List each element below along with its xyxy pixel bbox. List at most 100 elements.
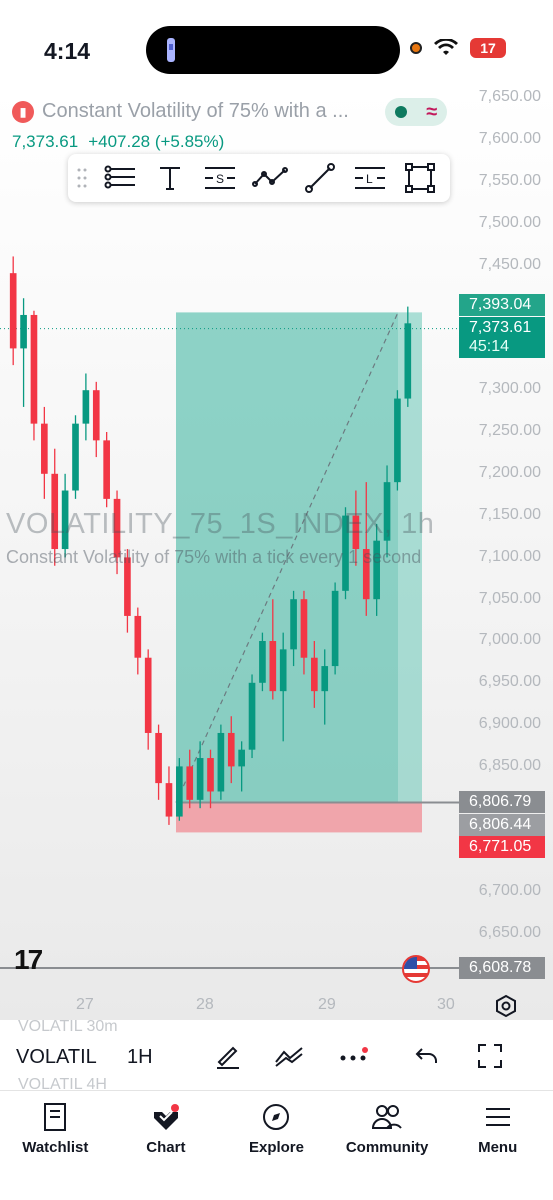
candle-body	[30, 314, 38, 424]
entry-price-tag: 6,806.79	[459, 791, 545, 813]
candle-body	[196, 758, 204, 800]
candle-body	[217, 732, 225, 792]
price-axis-label: 6,950.00	[478, 673, 541, 690]
price-axis-label: 6,700.00	[478, 882, 541, 899]
price-axis-label: 6,650.00	[478, 924, 541, 941]
indicators-icon[interactable]	[273, 1040, 305, 1072]
low-price-tag: 6,608.78	[459, 957, 545, 979]
draw-pen-icon[interactable]	[211, 1040, 243, 1072]
candle-body	[394, 398, 401, 483]
candle-body	[186, 766, 194, 800]
stop-loss-price-tag: 6,771.05	[459, 836, 545, 858]
price-axis-label: 7,000.00	[478, 631, 541, 648]
candle-body	[144, 657, 152, 733]
nav-community[interactable]: Community	[332, 1091, 443, 1200]
volatility-wave-icon: ≈	[426, 100, 438, 123]
price-axis-label: 7,150.00	[478, 506, 541, 523]
candle-body	[248, 682, 256, 750]
candle-body	[72, 423, 79, 491]
candle-body	[20, 314, 27, 349]
target-price-tag: 7,393.04	[459, 294, 545, 316]
candle-body	[331, 590, 339, 667]
price-axis-label: 7,300.00	[478, 380, 541, 397]
svg-text:L: L	[366, 172, 373, 186]
candle-body	[134, 615, 142, 658]
rectangle-tool-icon[interactable]	[402, 160, 438, 196]
book-icon	[39, 1101, 71, 1133]
menu-icon	[482, 1101, 514, 1133]
candle-body	[279, 649, 287, 692]
trend-line-tool-icon[interactable]	[302, 160, 338, 196]
candle-body	[259, 641, 266, 683]
nav-label: Watchlist	[22, 1139, 89, 1156]
nav-explore[interactable]: Explore	[221, 1091, 332, 1200]
price-axis-label: 7,650.00	[478, 88, 541, 105]
nav-label: Explore	[248, 1139, 304, 1156]
nav-label: Menu	[478, 1139, 518, 1156]
symbol-selector[interactable]: VOLATIL	[16, 1046, 97, 1069]
candle-body	[300, 599, 308, 658]
nav-watchlist[interactable]: Watchlist	[0, 1091, 111, 1200]
candle-body	[176, 766, 183, 817]
candle-countdown-tag: 45:14	[459, 336, 545, 358]
candle-body	[227, 732, 235, 767]
path-tool-icon[interactable]	[252, 160, 288, 196]
market-status-pill[interactable]: ≈	[385, 98, 447, 126]
candle-body	[238, 749, 245, 767]
text-tool-icon[interactable]	[152, 160, 188, 196]
time-axis-label: 27	[76, 996, 94, 1013]
chart-settings-icon[interactable]	[494, 994, 518, 1018]
time-axis-label: 30	[437, 996, 455, 1013]
price-axis-label: 7,500.00	[478, 214, 541, 231]
candle-body	[92, 390, 100, 441]
us-flag-icon[interactable]	[402, 955, 430, 983]
more-options-icon[interactable]	[337, 1040, 369, 1072]
tradingview-logo: 17	[14, 944, 43, 975]
price-axis-label: 7,450.00	[478, 256, 541, 273]
price-axis-label: 6,850.00	[478, 757, 541, 774]
drag-handle-icon[interactable]	[76, 166, 88, 190]
symbol-description-watermark: Constant Volatility of 75% with a tick e…	[6, 547, 422, 567]
candle-body	[9, 273, 17, 349]
compass-icon	[260, 1101, 292, 1133]
price-axis-label: 7,250.00	[478, 422, 541, 439]
candle-body	[311, 657, 318, 692]
patterns-tool-icon[interactable]: S	[202, 160, 238, 196]
interval-option-ghost: VOLATIL 30m	[18, 1018, 118, 1035]
legend-title: Constant Volatility of 75% with a ...	[42, 100, 349, 122]
deriv-logo-icon: ▮	[12, 100, 34, 123]
time-axis-label: 28	[196, 996, 214, 1013]
candle-body	[155, 732, 162, 784]
loss-zone	[176, 802, 422, 833]
nav-label: Community	[345, 1139, 429, 1156]
candle-body	[82, 390, 90, 424]
price-axis-label: 7,100.00	[478, 548, 541, 565]
drawing-toolbar[interactable]: S L	[68, 154, 450, 202]
price-axis-label: 7,550.00	[478, 172, 541, 189]
candle-body	[207, 758, 214, 792]
nav-label: Chart	[146, 1139, 186, 1156]
svg-text:S: S	[216, 172, 224, 186]
price-axis-label: 7,600.00	[478, 130, 541, 147]
candle-body	[404, 323, 412, 399]
candle-body	[103, 440, 110, 499]
bottom-navigation: Watchlist Chart Explore Community Menu	[0, 1090, 553, 1200]
candle-body	[165, 783, 173, 817]
price-axis-label: 7,050.00	[478, 590, 541, 607]
price-axis-label: 6,900.00	[478, 715, 541, 732]
candle-body	[269, 641, 277, 692]
interval-selector[interactable]: 1H	[127, 1046, 153, 1069]
candle-body	[41, 423, 48, 474]
candle-body	[321, 666, 329, 692]
legend-last-price: 7,373.61	[12, 132, 79, 151]
lines-tool-icon[interactable]	[102, 160, 138, 196]
chart-icon	[150, 1101, 182, 1133]
chart-legend[interactable]: ▮ Constant Volatility of 75% with a ...	[12, 100, 349, 123]
symbol-watermark: VOLATILITY_75_1S_INDEX, 1h	[6, 508, 435, 540]
undo-icon[interactable]	[411, 1040, 443, 1072]
long-position-tool-icon[interactable]: L	[352, 160, 388, 196]
fullscreen-icon[interactable]	[474, 1040, 506, 1072]
legend-price-line: 7,373.61 +407.28 (+5.85%)	[12, 132, 224, 152]
nav-menu[interactable]: Menu	[442, 1091, 553, 1200]
nav-chart[interactable]: Chart	[111, 1091, 222, 1200]
